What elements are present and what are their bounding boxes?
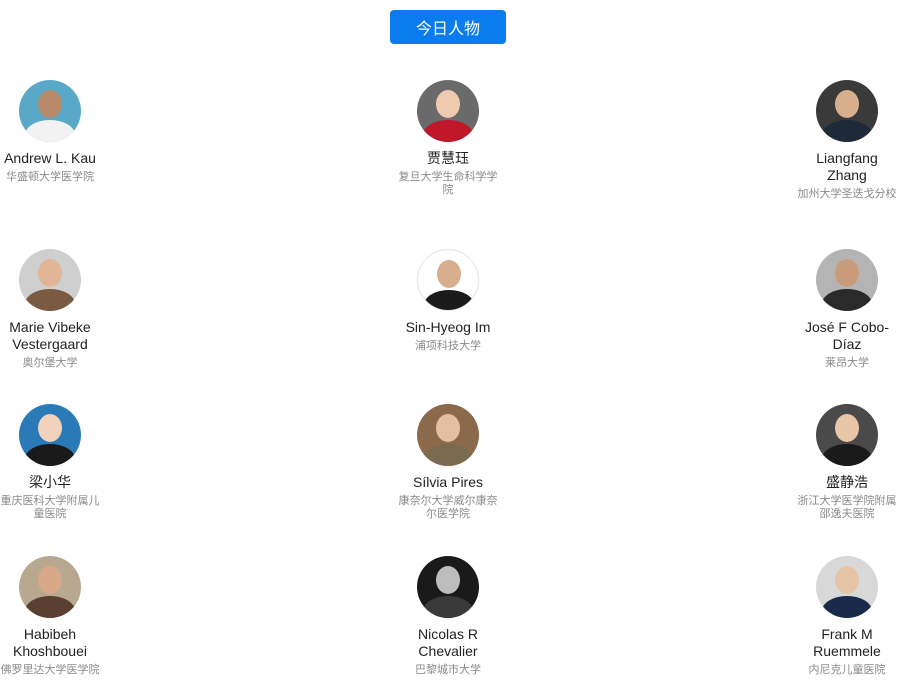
person-org: 内尼克儿童医院 (808, 664, 886, 676)
person-card[interactable]: 盛静浩 浙江大学医学院附属邵逸夫医院 (797, 404, 897, 521)
avatar[interactable] (19, 80, 81, 142)
person-name[interactable]: Sílvia Pires (398, 474, 498, 491)
person-card[interactable]: Marie Vibeke Vestergaard 奥尔堡大学 (0, 249, 100, 370)
person-org: 佛罗里达大学医学院 (0, 664, 100, 676)
avatar[interactable] (417, 80, 479, 142)
avatar[interactable] (417, 556, 479, 618)
person-org: 复旦大学生命科学学院 (398, 171, 498, 196)
person-name[interactable]: Habibeh Khoshbouei (0, 626, 100, 660)
person-card[interactable]: 梁小华 重庆医科大学附属儿童医院 (0, 404, 100, 521)
avatar[interactable] (19, 404, 81, 466)
avatar[interactable] (417, 249, 479, 311)
avatar[interactable] (19, 249, 81, 311)
person-org: 莱昂大学 (825, 357, 869, 369)
avatar[interactable] (816, 556, 878, 618)
person-name[interactable]: Nicolas R Chevalier (398, 626, 498, 660)
person-card[interactable]: Sílvia Pires 康奈尔大学威尔康奈尔医学院 (398, 404, 498, 521)
people-grid: Andrew L. Kau 华盛顿大学医学院 贾慧珏 复旦大学生命科学学院 Li… (0, 0, 899, 696)
avatar[interactable] (816, 80, 878, 142)
person-org: 康奈尔大学威尔康奈尔医学院 (398, 495, 498, 520)
person-org: 浦项科技大学 (415, 340, 481, 352)
person-org: 重庆医科大学附属儿童医院 (0, 495, 100, 520)
person-card[interactable]: Sin-Hyeog Im 浦项科技大学 (398, 249, 498, 353)
person-org: 奥尔堡大学 (22, 357, 78, 369)
person-card[interactable]: Frank M Ruemmele 内尼克儿童医院 (797, 556, 897, 677)
person-name[interactable]: José F Cobo-Díaz (797, 319, 897, 353)
person-name[interactable]: Andrew L. Kau (0, 150, 100, 167)
person-org: 加州大学圣迭戈分校 (797, 188, 897, 200)
person-card[interactable]: Habibeh Khoshbouei 佛罗里达大学医学院 (0, 556, 100, 677)
person-name[interactable]: 贾慧珏 (398, 150, 498, 167)
person-name[interactable]: Liangfang Zhang (797, 150, 897, 184)
person-name[interactable]: 盛静浩 (797, 474, 897, 491)
person-card[interactable]: Nicolas R Chevalier 巴黎城市大学 (398, 556, 498, 677)
person-card[interactable]: Liangfang Zhang 加州大学圣迭戈分校 (797, 80, 897, 201)
avatar[interactable] (816, 404, 878, 466)
person-card[interactable]: José F Cobo-Díaz 莱昂大学 (797, 249, 897, 370)
person-org: 华盛顿大学医学院 (6, 171, 94, 183)
person-org: 浙江大学医学院附属邵逸夫医院 (797, 495, 897, 520)
person-name[interactable]: Frank M Ruemmele (797, 626, 897, 660)
person-name[interactable]: 梁小华 (0, 474, 100, 491)
avatar[interactable] (19, 556, 81, 618)
avatar[interactable] (816, 249, 878, 311)
person-card[interactable]: 贾慧珏 复旦大学生命科学学院 (398, 80, 498, 197)
avatar[interactable] (417, 404, 479, 466)
person-card[interactable]: Andrew L. Kau 华盛顿大学医学院 (0, 80, 100, 184)
person-org: 巴黎城市大学 (415, 664, 481, 676)
person-name[interactable]: Sin-Hyeog Im (398, 319, 498, 336)
person-name[interactable]: Marie Vibeke Vestergaard (0, 319, 100, 353)
